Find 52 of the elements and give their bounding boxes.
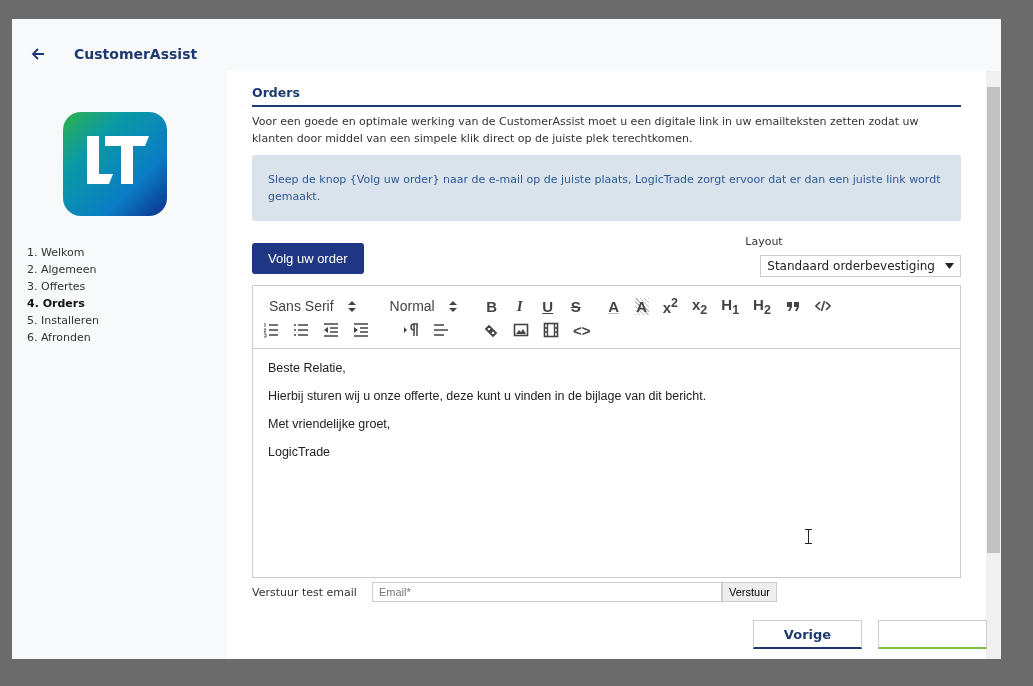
up-down-caret-icon	[448, 300, 457, 312]
wizard-step[interactable]: 5. Installeren	[27, 312, 227, 329]
format-button[interactable]: x$_{2}$	[692, 295, 708, 317]
outdent-icon[interactable]	[323, 322, 339, 338]
toolbar-dropdown[interactable]: Sans Serif	[263, 298, 362, 314]
up-down-caret-icon	[347, 300, 356, 312]
wizard-step[interactable]: 2. Algemeen	[27, 261, 227, 278]
dropdown-caret-icon	[945, 263, 954, 269]
section-title: Orders	[252, 85, 961, 107]
text-cursor-icon	[805, 529, 812, 544]
layout-select[interactable]: Standaard orderbevestiging	[760, 255, 961, 277]
logo-icon	[63, 112, 167, 216]
back-button[interactable]: Vorige	[753, 620, 862, 649]
scrollbar[interactable]	[986, 71, 1001, 659]
paragraph-direction-icon[interactable]	[403, 322, 419, 338]
toolbar-dropdown[interactable]: Normal	[383, 298, 463, 314]
intro-text: Voor een goede en optimale werking van de CustomerAssist moet u een digitale link in uw emailteksten zetten zodat uw klanten door middel van een simpele klik direct op de juiste plek terechtkomen.	[252, 114, 920, 147]
image-icon[interactable]	[513, 322, 529, 338]
send-button[interactable]: Verstuur	[722, 582, 777, 602]
format-button[interactable]: H$_{2}$	[753, 295, 771, 317]
editor-paragraph: LogicTrade	[268, 445, 332, 459]
email-field[interactable]: Email*	[372, 582, 722, 602]
back-arrow-icon[interactable]	[30, 46, 46, 62]
layout-label: Layout	[745, 235, 784, 248]
bullet-list-icon[interactable]	[293, 322, 309, 338]
editor-paragraph: Hierbij sturen wij u onze offerte, deze kunt u vinden in de bijlage van dit bericht.	[268, 389, 708, 403]
code-icon[interactable]	[814, 298, 831, 314]
wizard-step[interactable]: 4. Orders	[27, 295, 227, 312]
format-button[interactable]: I	[512, 297, 527, 315]
wizard-step[interactable]: 6. Afronden	[27, 329, 227, 346]
volg-order-button[interactable]: Volg uw order	[252, 243, 364, 274]
editor-area[interactable]: Beste Relatie, Hierbij sturen wij u onze offerte, deze kunt u vinden in de bijlage van dit bericht. Met vriendelijke groet, LogicTrade	[253, 349, 960, 577]
format-button[interactable]: B	[484, 297, 499, 315]
wizard-step[interactable]: 3. Offertes	[27, 278, 227, 295]
format-button[interactable]: x$^{2}$	[662, 296, 678, 316]
link-icon[interactable]	[483, 322, 499, 338]
test-email-label: Verstuur test email	[252, 585, 358, 599]
film-icon[interactable]	[543, 322, 559, 338]
format-button[interactable]: A	[606, 297, 621, 315]
format-button[interactable]: S	[568, 297, 583, 315]
align-left-icon[interactable]	[433, 322, 449, 338]
wizard-step[interactable]: 1. Welkom	[27, 244, 227, 261]
info-text: Sleep de knop {Volg uw order} naar de e-mail op de juiste plaats, LogicTrade zorgt ervoor dat er dan een juiste link wordt gemaakt.	[268, 173, 941, 203]
indent-icon[interactable]	[353, 322, 369, 338]
numbered-list-icon[interactable]	[263, 322, 279, 338]
editor-paragraph: Met vriendelijke groet,	[268, 417, 392, 431]
app-title: CustomerAssist	[74, 46, 198, 62]
format-button[interactable]: H$_{1}$	[721, 295, 740, 317]
format-button[interactable]: A	[634, 297, 649, 315]
editor-paragraph: Beste Relatie,	[268, 361, 347, 375]
format-button[interactable]: U	[540, 297, 555, 315]
format-button[interactable]: <>	[573, 321, 591, 339]
